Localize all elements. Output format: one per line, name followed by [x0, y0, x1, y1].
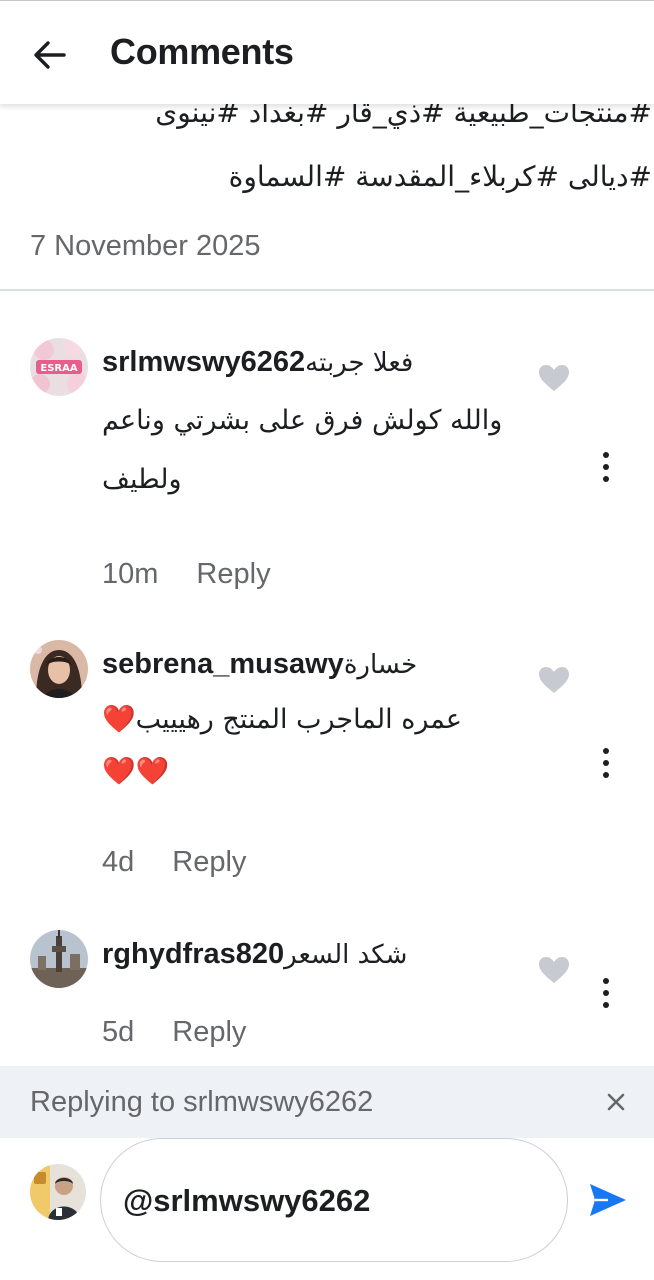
comment-input[interactable]: @srlmwswy6262 — [100, 1138, 568, 1262]
comment-username[interactable]: srlmwswy6262 — [102, 346, 305, 379]
reply-button[interactable]: Reply — [196, 558, 270, 591]
comment-text: والله كولش فرق على بشرتي وناعم — [102, 405, 503, 436]
comment-content: فعلا جربته srlmwswy6262 والله كولش فرق ع… — [102, 346, 532, 495]
comment-composer: @srlmwswy6262 — [0, 1138, 654, 1280]
comment-time: 10m — [102, 558, 159, 590]
more-vertical-icon — [603, 748, 609, 778]
more-options-button[interactable] — [594, 746, 618, 780]
comment-time: 4d — [102, 846, 135, 878]
comment-text: خسارة — [343, 650, 418, 680]
more-options-button[interactable] — [594, 450, 618, 484]
comment-input-value[interactable]: @srlmwswy6262 — [123, 1183, 370, 1219]
cancel-reply-button[interactable] — [602, 1088, 630, 1116]
like-button[interactable] — [538, 364, 570, 392]
heart-icon — [539, 667, 569, 693]
reply-button[interactable]: Reply — [172, 1016, 246, 1049]
arrow-left-icon — [34, 41, 66, 69]
heart-icon — [539, 957, 569, 983]
avatar[interactable]: ESRAA — [30, 338, 88, 396]
back-button[interactable] — [30, 35, 70, 75]
page-title: Comments — [110, 31, 294, 72]
post-date: 7 November 2025 — [30, 230, 261, 262]
comment-text: فعلا جربته — [305, 348, 414, 378]
comment-text: شكد السعر — [284, 940, 408, 970]
comment-meta: 10m Reply — [102, 558, 271, 591]
comment-content: شكد السعر rghydfras820 — [102, 938, 532, 971]
replying-to-bar: Replying to srlmwswy6262 — [0, 1066, 654, 1138]
comment-username[interactable]: rghydfras820 — [102, 938, 284, 971]
comment-text: ولطيف — [102, 464, 182, 495]
more-options-button[interactable] — [594, 976, 618, 1010]
comment-username[interactable]: sebrena_musawy — [102, 648, 344, 681]
avatar — [30, 1164, 86, 1220]
like-button[interactable] — [538, 666, 570, 694]
svg-text:ESRAA: ESRAA — [40, 363, 77, 374]
send-icon — [590, 1184, 626, 1216]
comment-text: عمره الماجرب المنتج رهيييب❤️ — [102, 704, 462, 735]
close-icon — [607, 1093, 625, 1111]
like-button[interactable] — [538, 956, 570, 984]
heart-icon — [539, 365, 569, 391]
header-bar: Comments — [0, 0, 654, 104]
reply-button[interactable]: Reply — [172, 846, 246, 879]
more-vertical-icon — [603, 452, 609, 482]
divider — [0, 289, 654, 291]
avatar[interactable] — [30, 930, 88, 988]
comment-text: ❤️❤️ — [102, 756, 170, 787]
more-vertical-icon — [603, 978, 609, 1008]
comment-meta: 4d Reply — [102, 846, 246, 879]
replying-to-text: Replying to srlmwswy6262 — [30, 1086, 374, 1118]
send-button[interactable] — [588, 1182, 628, 1218]
comment-content: خسارة sebrena_musawy عمره الماجرب المنتج… — [102, 648, 532, 787]
comment-time: 5d — [102, 1016, 135, 1048]
avatar[interactable] — [30, 640, 88, 698]
comment-meta: 5d Reply — [102, 1016, 246, 1049]
caption-line[interactable]: #ديالى #كربلاء_المقدسة #السماوة — [229, 160, 652, 193]
